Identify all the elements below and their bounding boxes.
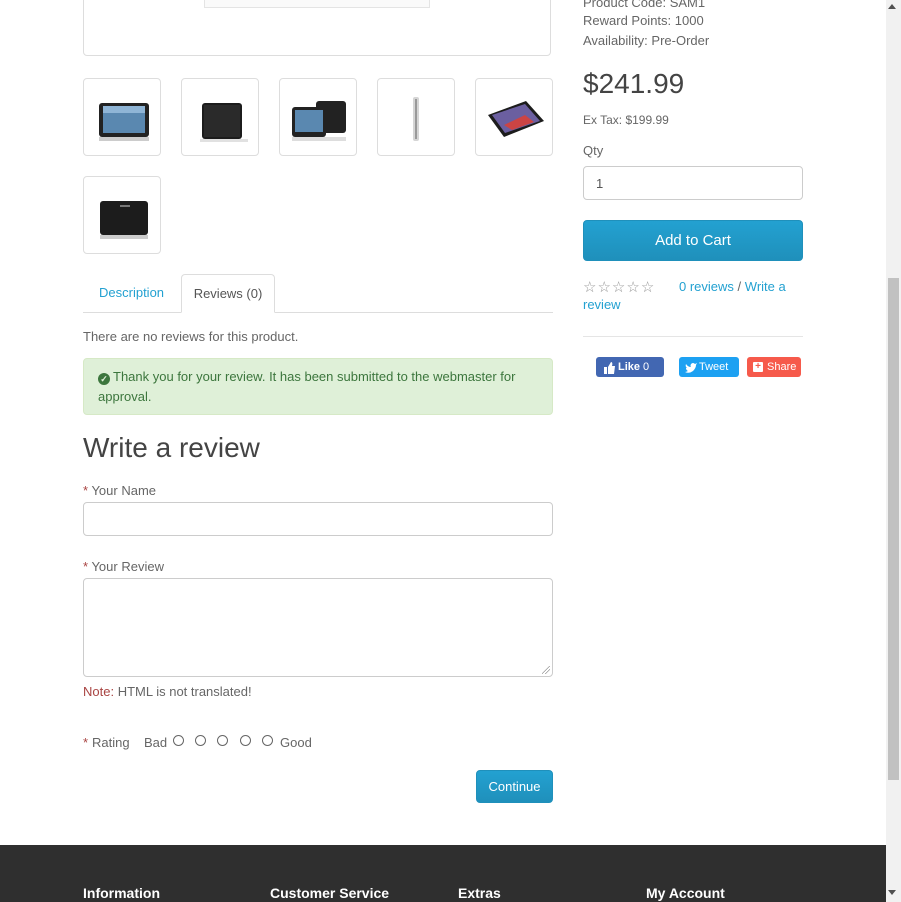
review-textarea[interactable] <box>83 578 553 677</box>
scroll-up-arrow-icon[interactable] <box>888 4 896 9</box>
rating-label: Rating <box>92 735 130 750</box>
star-outline-icon: ☆ <box>640 279 655 296</box>
qty-label: Qty <box>583 143 604 158</box>
rating-radio-4[interactable] <box>240 735 251 746</box>
star-outline-icon: ☆ <box>611 279 626 296</box>
star-outline-icon: ☆ <box>626 279 640 296</box>
rating-row: * Rating Bad Good <box>83 735 383 755</box>
right-divider <box>583 336 803 337</box>
availability: Availability: Pre-Order <box>583 33 710 48</box>
twitter-bird-icon <box>685 361 697 381</box>
thumbnail-4[interactable] <box>377 78 455 156</box>
rating-radio-1[interactable] <box>173 735 184 746</box>
thumbnail-6[interactable] <box>83 176 161 254</box>
no-reviews-text: There are no reviews for this product. <box>83 329 299 344</box>
footer-heading-information: Information <box>83 885 160 901</box>
like-count: 0 <box>643 361 650 373</box>
qty-value: 1 <box>596 176 604 191</box>
write-review-heading: Write a review <box>83 432 260 463</box>
facebook-thumb-icon <box>604 361 615 374</box>
scrollbar-thumb[interactable] <box>888 278 899 780</box>
tab-description[interactable]: Description <box>99 285 164 300</box>
tab-reviews[interactable]: Reviews (0) <box>181 274 275 313</box>
rating-radio-3[interactable] <box>217 735 228 746</box>
review-label-text: Your Review <box>91 559 164 574</box>
thumbnail-1[interactable] <box>83 78 161 156</box>
footer-heading-extras: Extras <box>458 885 501 901</box>
rating-stars: ☆☆☆☆☆ <box>583 278 655 296</box>
share-button[interactable]: + Share <box>747 357 801 377</box>
ex-tax-price: Ex Tax: $199.99 <box>583 113 669 127</box>
required-mark: * <box>83 735 89 750</box>
review-label: * Your Review <box>83 559 164 574</box>
like-label: Like <box>618 361 641 373</box>
note-text: HTML is not translated! <box>114 684 252 699</box>
facebook-like-button[interactable]: Like 0 <box>596 357 664 377</box>
reward-points: Reward Points: 1000 <box>583 13 704 28</box>
alert-message: Thank you for your review. It has been s… <box>98 369 516 404</box>
main-product-image[interactable] <box>204 0 430 8</box>
share-label: Share <box>767 361 797 373</box>
rating-radio-5[interactable] <box>262 735 273 746</box>
thumbnail-2[interactable] <box>181 78 259 156</box>
share-plus-icon: + <box>753 362 763 372</box>
check-circle-icon: ✓ <box>98 373 110 385</box>
product-code: Product Code: SAM1 <box>583 0 706 10</box>
rating-radio-2[interactable] <box>195 735 206 746</box>
thumbnail-3[interactable] <box>279 78 357 156</box>
qty-input[interactable]: 1 <box>583 166 803 200</box>
resize-handle-icon[interactable] <box>542 666 550 674</box>
write-review-link-continued[interactable]: review <box>583 297 621 312</box>
required-mark: * <box>83 483 89 498</box>
tabs-divider <box>83 312 553 313</box>
tweet-label: Tweet <box>699 361 729 373</box>
required-mark: * <box>83 559 89 574</box>
name-label-text: Your Name <box>91 483 157 498</box>
scroll-down-arrow-icon[interactable] <box>888 890 896 895</box>
footer-heading-my-account: My Account <box>646 885 725 901</box>
star-outline-icon: ☆ <box>583 279 597 296</box>
reviews-count-link[interactable]: 0 reviews <box>679 279 734 294</box>
tweet-button[interactable]: Tweet <box>679 357 739 377</box>
note-prefix: Note: <box>83 684 115 699</box>
html-note: Note: HTML is not translated! <box>83 684 252 699</box>
rating-good-label: Good <box>280 735 312 750</box>
write-review-link[interactable]: Write a <box>745 279 786 294</box>
links-separator: / <box>737 279 742 294</box>
star-outline-icon: ☆ <box>597 279 611 296</box>
rating-bad-label: Bad <box>144 735 168 750</box>
thumbnail-5[interactable] <box>475 78 553 156</box>
add-to-cart-button[interactable]: Add to Cart <box>583 220 803 261</box>
product-price: $241.99 <box>583 68 685 99</box>
success-alert: ✓ Thank you for your review. It has been … <box>83 358 553 415</box>
continue-button[interactable]: Continue <box>476 770 553 803</box>
footer-heading-customer-service: Customer Service <box>270 885 390 901</box>
review-links: 0 reviews / Write a <box>679 277 799 297</box>
name-label: * Your Name <box>83 483 156 498</box>
main-product-image-frame[interactable] <box>83 0 551 56</box>
name-input[interactable] <box>83 502 553 536</box>
